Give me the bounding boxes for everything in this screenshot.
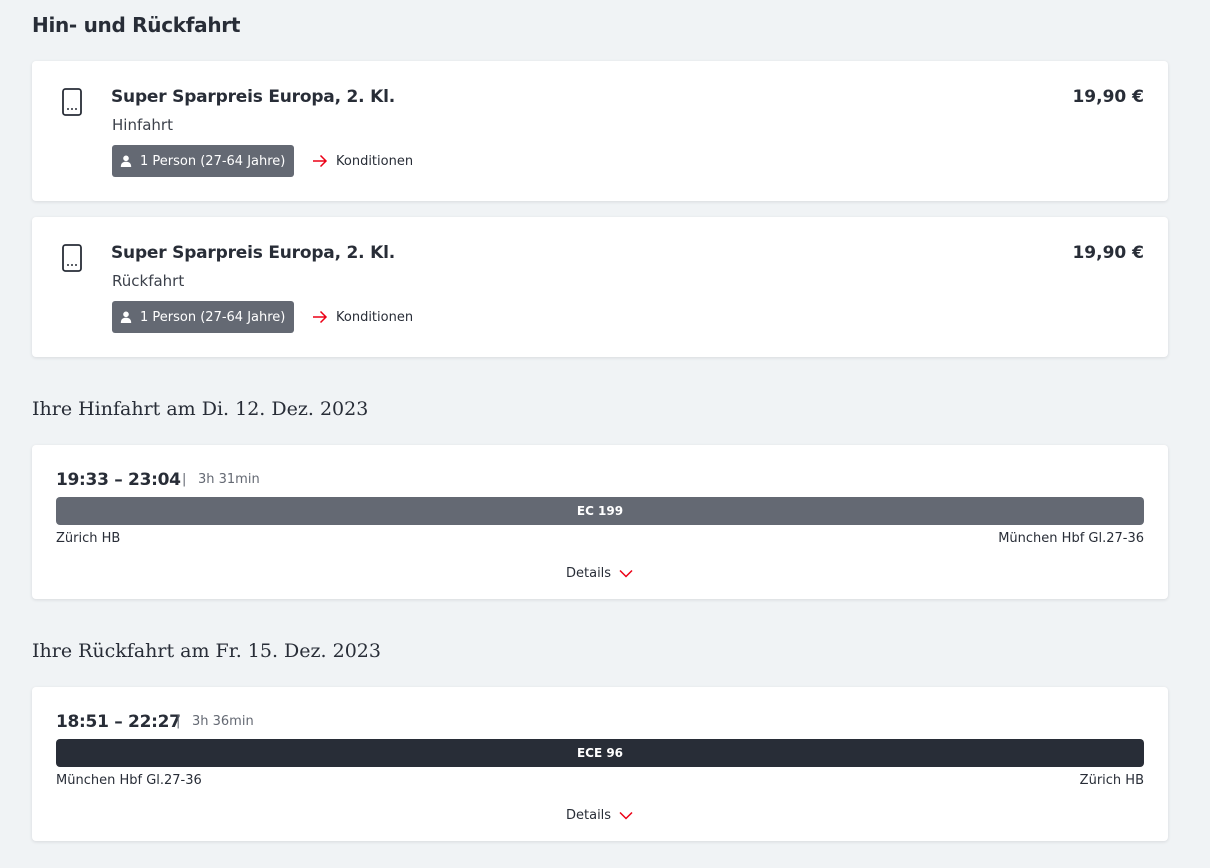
passenger-label: 1 Person (27-64 Jahre) (140, 153, 286, 169)
arrow-right-icon (313, 310, 328, 324)
chevron-down-icon (619, 811, 633, 820)
details-label: Details (566, 807, 612, 823)
fare-price: 19,90 € (1072, 243, 1144, 263)
connection-duration: 3h 31min (198, 472, 260, 487)
fare-card-return: Super Sparpreis Europa, 2. Kl. Rückfahrt… (32, 217, 1168, 357)
connection-times: 18:51 – 22:27 (56, 712, 181, 732)
separator: | (176, 714, 181, 729)
conditions-label: Konditionen (336, 309, 414, 325)
train-segment-bar: EC 199 (56, 497, 1144, 525)
details-toggle[interactable]: Details (566, 564, 633, 582)
connection-card-outbound: 19:33 – 23:04 | 3h 31min EC 199 Zürich H… (32, 445, 1168, 599)
passenger-label: 1 Person (27-64 Jahre) (140, 309, 286, 325)
arrival-station: Zürich HB (1079, 773, 1144, 788)
fare-price: 19,90 € (1072, 87, 1144, 107)
passenger-badge: 1 Person (27-64 Jahre) (112, 301, 295, 333)
fare-title: Super Sparpreis Europa, 2. Kl. (111, 243, 396, 263)
conditions-label: Konditionen (336, 153, 414, 169)
connection-card-return: 18:51 – 22:27 | 3h 36min ECE 96 München … (32, 687, 1168, 841)
booking-overview: Hin- und Rückfahrt Super Sparpreis Europ… (0, 0, 1210, 868)
chevron-down-icon (619, 569, 633, 578)
return-heading: Ihre Rückfahrt am Fr. 15. Dez. 2023 (32, 640, 381, 662)
departure-station: München Hbf Gl.27-36 (56, 773, 202, 788)
connection-duration: 3h 36min (192, 714, 254, 729)
person-icon (120, 311, 132, 323)
outbound-heading: Ihre Hinfahrt am Di. 12. Dez. 2023 (32, 398, 369, 420)
connection-times: 19:33 – 23:04 (56, 470, 181, 490)
train-segment-bar: ECE 96 (56, 739, 1144, 767)
conditions-link[interactable]: Konditionen (312, 308, 413, 326)
separator: | (182, 472, 187, 487)
fare-direction: Rückfahrt (112, 272, 185, 290)
train-label: EC 199 (576, 504, 624, 518)
mobile-ticket-icon (62, 88, 82, 116)
arrival-station: München Hbf Gl.27-36 (998, 531, 1144, 546)
fare-card-outbound: Super Sparpreis Europa, 2. Kl. Hinfahrt … (32, 61, 1168, 201)
conditions-link[interactable]: Konditionen (312, 152, 413, 170)
fare-title: Super Sparpreis Europa, 2. Kl. (111, 87, 396, 107)
page-title: Hin- und Rückfahrt (32, 13, 241, 37)
details-label: Details (566, 565, 612, 581)
arrow-right-icon (313, 154, 328, 168)
train-label: ECE 96 (576, 746, 624, 760)
mobile-ticket-icon (62, 244, 82, 272)
departure-station: Zürich HB (56, 531, 121, 546)
person-icon (120, 155, 132, 167)
details-toggle[interactable]: Details (566, 806, 633, 824)
passenger-badge: 1 Person (27-64 Jahre) (112, 145, 295, 177)
fare-direction: Hinfahrt (112, 116, 173, 134)
